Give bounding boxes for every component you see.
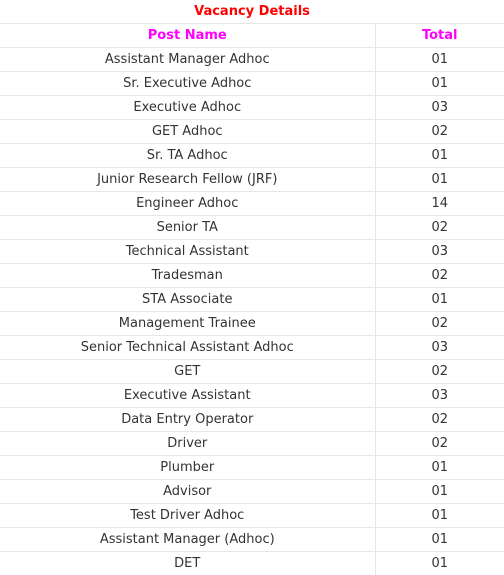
total-cell: 01 [375,480,504,504]
post-name-cell: Technical Assistant [0,240,375,264]
table-row: Executive Adhoc03 [0,96,504,120]
post-name-cell: Senior TA [0,216,375,240]
header-post-name: Post Name [0,24,375,48]
table-row: Data Entry Operator02 [0,408,504,432]
total-cell: 14 [375,192,504,216]
total-cell: 01 [375,48,504,72]
header-total: Total [375,24,504,48]
total-cell: 03 [375,336,504,360]
total-cell: 02 [375,120,504,144]
table-row: Sr. Executive Adhoc01 [0,72,504,96]
table-row: DET01 [0,552,504,575]
table-title: Vacancy Details [0,0,504,24]
title-row: Vacancy Details [0,0,504,24]
post-name-cell: Data Entry Operator [0,408,375,432]
table-row: Sr. TA Adhoc01 [0,144,504,168]
table-row: STA Associate01 [0,288,504,312]
total-cell: 02 [375,408,504,432]
post-name-cell: DET [0,552,375,575]
post-name-cell: Driver [0,432,375,456]
post-name-cell: GET Adhoc [0,120,375,144]
total-cell: 02 [375,360,504,384]
post-name-cell: Engineer Adhoc [0,192,375,216]
total-cell: 01 [375,168,504,192]
total-cell: 03 [375,384,504,408]
total-cell: 01 [375,288,504,312]
header-row: Post Name Total [0,24,504,48]
total-cell: 02 [375,216,504,240]
total-cell: 01 [375,144,504,168]
post-name-cell: Management Trainee [0,312,375,336]
total-cell: 03 [375,96,504,120]
post-name-cell: Tradesman [0,264,375,288]
total-cell: 03 [375,240,504,264]
total-cell: 02 [375,264,504,288]
total-cell: 02 [375,432,504,456]
total-cell: 02 [375,312,504,336]
table-row: Technical Assistant03 [0,240,504,264]
post-name-cell: GET [0,360,375,384]
total-cell: 01 [375,552,504,575]
post-name-cell: Senior Technical Assistant Adhoc [0,336,375,360]
post-name-cell: Assistant Manager (Adhoc) [0,528,375,552]
table-row: Driver02 [0,432,504,456]
total-cell: 01 [375,504,504,528]
table-row: Assistant Manager (Adhoc)01 [0,528,504,552]
table-row: GET02 [0,360,504,384]
post-name-cell: STA Associate [0,288,375,312]
table-row: GET Adhoc02 [0,120,504,144]
total-cell: 01 [375,72,504,96]
post-name-cell: Plumber [0,456,375,480]
table-row: Senior TA02 [0,216,504,240]
post-name-cell: Advisor [0,480,375,504]
post-name-cell: Executive Adhoc [0,96,375,120]
total-cell: 01 [375,456,504,480]
post-name-cell: Junior Research Fellow (JRF) [0,168,375,192]
table-row: Executive Assistant03 [0,384,504,408]
table-row: Advisor01 [0,480,504,504]
table-row: Senior Technical Assistant Adhoc03 [0,336,504,360]
table-row: Management Trainee02 [0,312,504,336]
post-name-cell: Sr. TA Adhoc [0,144,375,168]
total-cell: 01 [375,528,504,552]
post-name-cell: Sr. Executive Adhoc [0,72,375,96]
table-row: Tradesman02 [0,264,504,288]
post-name-cell: Executive Assistant [0,384,375,408]
table-row: Test Driver Adhoc01 [0,504,504,528]
post-name-cell: Test Driver Adhoc [0,504,375,528]
table-row: Assistant Manager Adhoc01 [0,48,504,72]
post-name-cell: Assistant Manager Adhoc [0,48,375,72]
vacancy-details-table: Vacancy Details Post Name Total Assistan… [0,0,504,575]
table-row: Junior Research Fellow (JRF)01 [0,168,504,192]
table-row: Engineer Adhoc14 [0,192,504,216]
table-row: Plumber01 [0,456,504,480]
